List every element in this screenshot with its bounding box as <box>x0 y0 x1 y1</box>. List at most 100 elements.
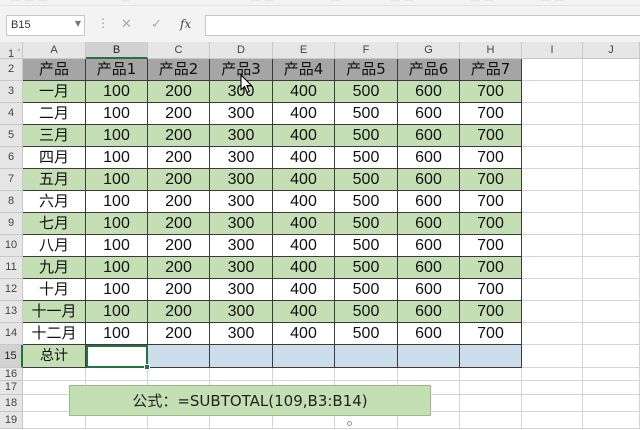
data-cell[interactable]: 700 <box>460 191 522 213</box>
data-cell[interactable]: 500 <box>335 125 398 147</box>
data-cell[interactable]: 200 <box>148 235 210 257</box>
data-cell[interactable]: 300 <box>210 191 273 213</box>
month-label-cell[interactable]: 四月 <box>23 147 86 169</box>
data-cell[interactable]: 300 <box>210 103 273 125</box>
data-cell[interactable]: 200 <box>148 213 210 235</box>
empty-cell[interactable] <box>583 279 640 301</box>
row-header-9[interactable]: 9 <box>0 213 23 235</box>
row-header-1[interactable]: 1 <box>0 49 23 60</box>
empty-cell[interactable] <box>583 301 640 323</box>
data-cell[interactable]: 700 <box>460 279 522 301</box>
month-label-cell[interactable]: 六月 <box>23 191 86 213</box>
header-cell[interactable]: 产品2 <box>148 59 210 81</box>
row-header-14[interactable]: 14 <box>0 323 23 345</box>
data-cell[interactable]: 100 <box>86 191 148 213</box>
empty-cell[interactable] <box>583 412 640 429</box>
data-cell[interactable]: 400 <box>273 191 335 213</box>
data-cell[interactable]: 300 <box>210 169 273 191</box>
data-cell[interactable]: 500 <box>335 191 398 213</box>
empty-cell[interactable] <box>335 368 398 381</box>
empty-cell[interactable] <box>86 368 148 381</box>
month-label-cell[interactable]: 八月 <box>23 235 86 257</box>
data-cell[interactable]: 400 <box>273 279 335 301</box>
data-cell[interactable]: 300 <box>210 301 273 323</box>
empty-cell[interactable] <box>148 368 210 381</box>
active-cell-b15[interactable] <box>86 345 148 368</box>
data-cell[interactable]: 500 <box>335 213 398 235</box>
total-label-cell[interactable]: 总计 <box>23 345 86 368</box>
month-label-cell[interactable]: 二月 <box>23 103 86 125</box>
header-cell[interactable]: 产品 <box>23 59 86 81</box>
data-cell[interactable]: 200 <box>148 125 210 147</box>
header-cell[interactable]: 产品4 <box>273 59 335 81</box>
row-header-2[interactable]: 2 <box>0 59 23 81</box>
data-cell[interactable]: 500 <box>335 147 398 169</box>
data-cell[interactable]: 500 <box>335 279 398 301</box>
data-cell[interactable]: 100 <box>86 257 148 279</box>
data-cell[interactable]: 100 <box>86 147 148 169</box>
data-cell[interactable]: 100 <box>86 235 148 257</box>
column-header-e[interactable]: E <box>273 42 335 59</box>
empty-cell[interactable] <box>522 169 583 191</box>
empty-cell[interactable] <box>522 395 583 412</box>
data-cell[interactable]: 500 <box>335 323 398 345</box>
empty-cell[interactable] <box>23 368 86 381</box>
data-cell[interactable]: 700 <box>460 81 522 103</box>
header-cell[interactable]: 产品7 <box>460 59 522 81</box>
column-header-f[interactable]: F <box>335 42 398 59</box>
row-header-6[interactable]: 6 <box>0 147 23 169</box>
data-cell[interactable]: 300 <box>210 213 273 235</box>
data-cell[interactable]: 700 <box>460 213 522 235</box>
data-cell[interactable]: 500 <box>335 301 398 323</box>
data-cell[interactable]: 700 <box>460 301 522 323</box>
empty-cell[interactable] <box>583 147 640 169</box>
month-label-cell[interactable]: 一月 <box>23 81 86 103</box>
row-header-4[interactable]: 4 <box>0 103 23 125</box>
empty-cell[interactable] <box>583 125 640 147</box>
data-cell[interactable]: 500 <box>335 103 398 125</box>
month-label-cell[interactable]: 十一月 <box>23 301 86 323</box>
row-header-10[interactable]: 10 <box>0 235 23 257</box>
empty-cell[interactable] <box>522 412 583 429</box>
data-cell[interactable]: 400 <box>273 323 335 345</box>
column-header-c[interactable]: C <box>148 42 210 59</box>
row-header-5[interactable]: 5 <box>0 125 23 147</box>
row-header-12[interactable]: 12 <box>0 279 23 301</box>
header-cell[interactable]: 产品5 <box>335 59 398 81</box>
data-cell[interactable]: 400 <box>273 235 335 257</box>
empty-cell[interactable] <box>522 301 583 323</box>
data-cell[interactable]: 100 <box>86 81 148 103</box>
data-cell[interactable]: 400 <box>273 213 335 235</box>
empty-cell[interactable] <box>460 395 522 412</box>
data-cell[interactable]: 500 <box>335 81 398 103</box>
data-cell[interactable]: 600 <box>398 169 460 191</box>
data-cell[interactable]: 500 <box>335 235 398 257</box>
data-cell[interactable]: 700 <box>460 147 522 169</box>
data-cell[interactable]: 200 <box>148 81 210 103</box>
total-cell[interactable] <box>398 345 460 368</box>
empty-cell[interactable] <box>522 279 583 301</box>
total-cell[interactable] <box>460 345 522 368</box>
data-cell[interactable]: 400 <box>273 257 335 279</box>
empty-cell[interactable] <box>522 125 583 147</box>
empty-cell[interactable] <box>460 381 522 395</box>
data-cell[interactable]: 600 <box>398 125 460 147</box>
data-cell[interactable]: 200 <box>148 103 210 125</box>
data-cell[interactable]: 300 <box>210 235 273 257</box>
row-header-11[interactable]: 11 <box>0 257 23 279</box>
data-cell[interactable]: 100 <box>86 323 148 345</box>
empty-cell[interactable] <box>273 368 335 381</box>
total-cell[interactable] <box>273 345 335 368</box>
formula-input[interactable] <box>205 15 640 36</box>
total-cell[interactable] <box>210 345 273 368</box>
data-cell[interactable]: 600 <box>398 191 460 213</box>
data-cell[interactable]: 700 <box>460 323 522 345</box>
data-cell[interactable]: 700 <box>460 125 522 147</box>
data-cell[interactable]: 100 <box>86 103 148 125</box>
column-header-a[interactable]: A <box>23 42 86 59</box>
data-cell[interactable]: 600 <box>398 147 460 169</box>
total-cell[interactable] <box>335 345 398 368</box>
row-header-15[interactable]: 15 <box>0 345 23 368</box>
month-label-cell[interactable]: 十二月 <box>23 323 86 345</box>
data-cell[interactable]: 200 <box>148 147 210 169</box>
